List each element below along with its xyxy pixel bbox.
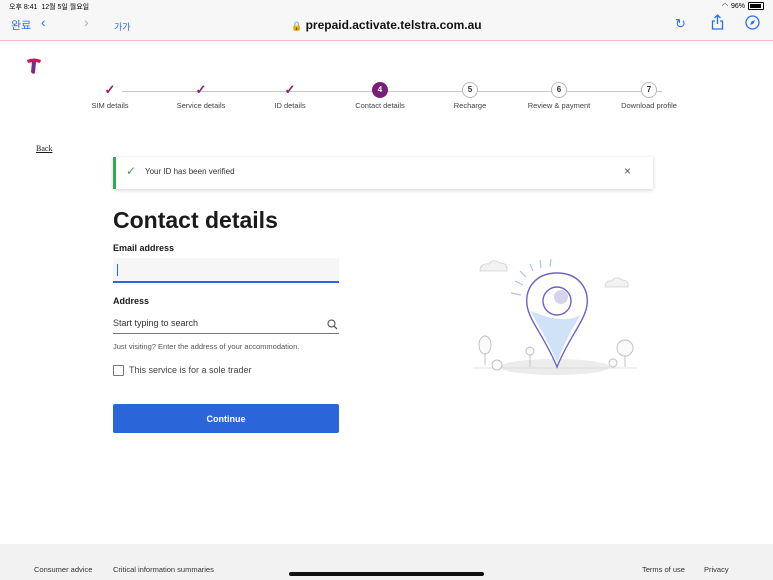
step-review-payment: 6 Review & payment [514, 82, 604, 110]
step-marker: 5 [462, 82, 478, 98]
step-label: Contact details [355, 101, 405, 110]
step-marker-active: 4 [372, 82, 388, 98]
step-label: Review & payment [527, 101, 591, 110]
status-right: ◠ 96% [722, 2, 764, 10]
sole-trader-checkbox[interactable] [113, 365, 124, 376]
search-icon[interactable] [327, 317, 338, 335]
critical-info-link[interactable]: Critical information summaries [113, 565, 214, 574]
page-title: Contact details [113, 207, 278, 233]
continue-button[interactable]: Continue [113, 404, 339, 433]
step-label: Recharge [453, 101, 487, 110]
battery-percent: 96% [730, 2, 745, 10]
step-sim-details[interactable]: ✓ SIM details [65, 82, 155, 110]
browser-toolbar: 완료 ‹ › 가가 🔒 prepaid.activate.telstra.com.… [0, 12, 773, 41]
checkmark-icon: ✓ [126, 164, 137, 178]
lock-icon: 🔒 [291, 21, 303, 31]
check-icon: ✓ [104, 82, 116, 97]
alert-message: Your ID has been verified [145, 167, 235, 176]
step-id-details[interactable]: ✓ ID details [245, 82, 335, 110]
id-verified-alert: ✓ Your ID has been verified × [113, 157, 653, 189]
consumer-advice-link[interactable]: Consumer advice [34, 565, 92, 574]
email-field[interactable] [113, 258, 339, 283]
step-label: Download profile [621, 101, 677, 110]
compass-icon[interactable] [745, 15, 760, 33]
location-pin-illustration [465, 255, 645, 390]
step-contact-details: 4 Contact details [335, 82, 425, 110]
address-search-input[interactable] [113, 312, 339, 334]
privacy-link[interactable]: Privacy [704, 565, 729, 574]
address-bar[interactable]: 🔒 prepaid.activate.telstra.com.au [0, 18, 773, 32]
step-label: Service details [176, 101, 226, 110]
check-icon: ✓ [195, 82, 207, 97]
terms-link[interactable]: Terms of use [642, 565, 685, 574]
step-marker: 7 [641, 82, 657, 98]
progress-stepper: ✓ SIM details ✓ Service details ✓ ID det… [70, 82, 710, 122]
step-service-details[interactable]: ✓ Service details [156, 82, 246, 110]
step-label: ID details [274, 101, 306, 110]
wifi-icon: ◠ [721, 3, 728, 10]
text-caret [117, 264, 118, 276]
home-indicator[interactable] [289, 572, 484, 576]
step-download-profile: 7 Download profile [604, 82, 694, 110]
close-icon[interactable]: × [624, 164, 631, 178]
address-hint: Just visiting? Enter the address of your… [113, 342, 300, 351]
share-icon[interactable] [711, 14, 724, 33]
reload-icon[interactable]: ↻ [675, 16, 686, 32]
url-text: prepaid.activate.telstra.com.au [305, 18, 482, 32]
status-bar: 오후 8:41 12월 5일 월요일 ◠ 96% [0, 0, 773, 12]
telstra-logo[interactable] [24, 56, 44, 81]
back-link[interactable]: Back [36, 144, 52, 153]
step-marker: 6 [551, 82, 567, 98]
battery-icon [748, 2, 764, 10]
check-icon: ✓ [284, 82, 296, 97]
step-label: SIM details [91, 101, 129, 110]
email-label: Email address [113, 243, 175, 253]
sole-trader-label[interactable]: This service is for a sole trader [129, 365, 252, 375]
step-recharge: 5 Recharge [425, 82, 515, 110]
address-label: Address [113, 296, 150, 306]
status-time: 오후 8:41 12월 5일 월요일 [9, 4, 90, 11]
